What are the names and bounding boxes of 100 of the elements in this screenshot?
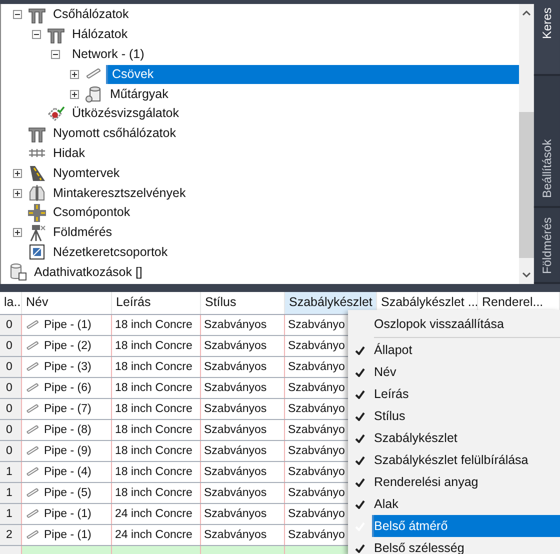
- pipe-network-icon: [28, 124, 46, 143]
- expand-icon[interactable]: [70, 70, 78, 79]
- tree-item[interactable]: Nézetkeretcsoportok: [49, 242, 172, 262]
- scrollbar[interactable]: [519, 4, 534, 284]
- table-cell: Szabványos: [201, 483, 285, 503]
- table-cell: 18 inch Concre: [112, 378, 201, 398]
- table-cell: Pipe - (6): [22, 378, 112, 398]
- tree-item[interactable]: Nyomott csőhálózatok: [49, 124, 180, 144]
- scroll-up-icon[interactable]: [522, 10, 532, 16]
- collapse-icon[interactable]: [32, 30, 40, 40]
- cross-section-icon: [28, 184, 46, 202]
- table-cell: Szabványos: [201, 399, 285, 419]
- road-icon: [28, 164, 46, 182]
- table-cell: Pipe - (5): [22, 483, 112, 503]
- table-cell: Szabványos: [201, 357, 285, 377]
- tree-item[interactable]: Nyomtervek: [49, 164, 124, 183]
- side-tab[interactable]: Beállítások: [534, 76, 560, 208]
- column-header[interactable]: Név: [22, 292, 112, 314]
- table-cell: Pipe - (2): [22, 336, 112, 356]
- column-header[interactable]: Szabálykészlet: [285, 292, 377, 314]
- table-cell: Szabványos: [201, 441, 285, 461]
- table-cell: 2: [0, 525, 22, 545]
- tree-item[interactable]: Hidak: [49, 144, 89, 163]
- pipe-network-icon: [47, 26, 65, 44]
- view-frame-icon: [29, 244, 45, 260]
- table-cell: 0: [0, 336, 22, 356]
- pipe-icon: [25, 425, 41, 435]
- tree-item[interactable]: Csőhálózatok: [49, 5, 133, 24]
- tree-item[interactable]: Ütközésvizsgálatok: [68, 104, 183, 124]
- pipe-icon: [25, 530, 41, 540]
- table-cell: 1: [0, 462, 22, 482]
- table-cell: Pipe - (1): [22, 504, 112, 524]
- table-cell: Pipe - (8): [22, 420, 112, 440]
- column-header[interactable]: Leírás: [112, 292, 201, 314]
- tree-item[interactable]: Mintakeresztszelvények: [49, 184, 190, 203]
- table-cell: 1: [0, 483, 22, 503]
- table-cell: 0: [0, 441, 22, 461]
- table-cell: Pipe - (9): [22, 441, 112, 461]
- pipe-icon: [25, 320, 41, 330]
- table-cell: Pipe - (7): [22, 399, 112, 419]
- pipe-icon: [25, 488, 41, 498]
- collapse-icon[interactable]: [50, 50, 60, 59]
- side-tab[interactable]: Keres: [534, 4, 560, 76]
- tree-item[interactable]: Csomópontok: [49, 203, 134, 222]
- table-cell: 0: [0, 378, 22, 398]
- scrollbar-thumb[interactable]: [519, 112, 534, 258]
- table-cell: 0: [0, 315, 22, 335]
- pipe-icon: [25, 509, 41, 519]
- table-cell: 18 inch Concre: [112, 315, 201, 335]
- expand-icon[interactable]: [12, 168, 22, 178]
- pipe-icon: [25, 404, 41, 414]
- table-cell: 18 inch Concre: [112, 420, 201, 440]
- interference-icon: [47, 106, 65, 122]
- table-cell: Szabványos: [201, 315, 285, 335]
- table-cell: 0: [0, 399, 22, 419]
- table-cell: 24 inch Concre: [112, 525, 201, 545]
- table-cell: Szabványos: [201, 420, 285, 440]
- table-cell: Pipe - (1): [22, 525, 112, 545]
- tree-item[interactable]: Műtárgyak: [106, 84, 172, 104]
- expand-icon[interactable]: [12, 188, 22, 198]
- tree-item[interactable]: Csövek: [106, 64, 520, 84]
- table-cell: Szabványos: [201, 336, 285, 356]
- intersection-icon: [28, 204, 46, 222]
- tree-item[interactable]: Hálózatok: [68, 25, 132, 44]
- manhole-icon: [85, 85, 103, 104]
- column-header[interactable]: la...: [0, 292, 22, 314]
- expand-icon[interactable]: [12, 228, 22, 238]
- pipe-icon: [25, 362, 41, 372]
- tree-item[interactable]: Földmérés: [49, 223, 116, 242]
- table-cell: 18 inch Concre: [112, 462, 201, 482]
- table-cell: 18 inch Concre: [112, 336, 201, 356]
- table-cell: Szabványos: [201, 525, 285, 545]
- side-tab[interactable]: Földmérés: [534, 208, 560, 284]
- scroll-down-icon[interactable]: [522, 272, 532, 278]
- table-cell: Szabványos: [201, 462, 285, 482]
- database-icon: [9, 263, 27, 282]
- pipe-icon: [25, 383, 41, 393]
- table-cell: Szabványos: [201, 504, 285, 524]
- table-cell: 18 inch Concre: [112, 441, 201, 461]
- tree-item[interactable]: Network - (1): [68, 44, 148, 64]
- table-cell: Pipe - (4): [22, 462, 112, 482]
- tripod-icon: [28, 224, 46, 242]
- table-cell: 18 inch Concre: [112, 399, 201, 419]
- table-cell: 18 inch Concre: [112, 357, 201, 377]
- table-cell: 18 inch Concre: [112, 483, 201, 503]
- pipe-icon: [85, 68, 103, 80]
- pipe-icon: [25, 341, 41, 351]
- table-cell: Szabványos: [201, 378, 285, 398]
- table-cell: 0: [0, 357, 22, 377]
- table-cell: Pipe - (3): [22, 357, 112, 377]
- table-cell: 24 inch Concre: [112, 504, 201, 524]
- tree-item[interactable]: Adathivatkozások []: [30, 262, 146, 282]
- bridge-icon: [28, 148, 46, 158]
- table-cell: 1: [0, 504, 22, 524]
- table-cell: Pipe - (1): [22, 315, 112, 335]
- expand-icon[interactable]: [70, 90, 78, 99]
- table-cell: 0: [0, 420, 22, 440]
- collapse-icon[interactable]: [12, 10, 22, 20]
- pipe-icon: [25, 467, 41, 477]
- pipe-icon: [25, 446, 41, 456]
